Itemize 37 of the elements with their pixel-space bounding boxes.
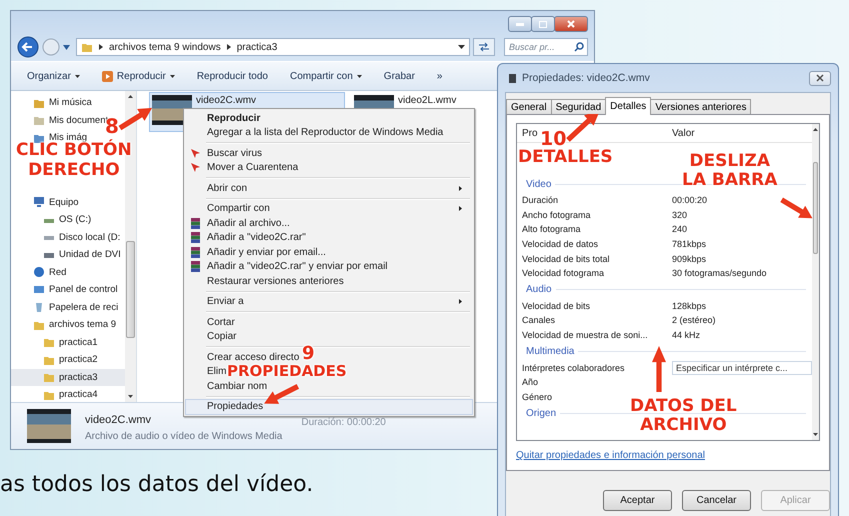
- file-duration: Duración: 00:00:20: [301, 417, 386, 428]
- file-name: video2C.wmv: [85, 414, 152, 426]
- property-value: 00:00:20: [672, 195, 708, 206]
- property-value: 240: [672, 224, 688, 234]
- property-value: 320: [672, 210, 688, 220]
- property-name: Intérpretes colaboradores: [522, 362, 626, 373]
- annotation-label: DETALLES: [518, 149, 613, 166]
- group-heading: Audio: [526, 284, 552, 296]
- property-name: Velocidad de muestra de soni...: [522, 330, 649, 340]
- property-value: 44 kHz: [672, 330, 700, 340]
- property-value: 2 (estéreo): [672, 315, 716, 326]
- property-name: Género: [522, 392, 554, 402]
- property-name: Duración: [522, 195, 560, 206]
- property-name: Ancho fotograma: [522, 210, 592, 220]
- property-name: Velocidad de bits total: [522, 254, 611, 264]
- property-value: 30 fotogramas/segundo: [672, 268, 767, 278]
- annotation-label: DATOS DEL ARCHIVO: [630, 397, 737, 434]
- property-value: 128kbps: [672, 300, 706, 311]
- group-heading: Video: [526, 178, 552, 190]
- property-name: Alto fotograma: [522, 224, 582, 234]
- annotation-label: DESLIZA LA BARRA: [682, 152, 778, 190]
- property-name: Año: [522, 377, 540, 388]
- caption-text: as todos los datos del vídeo.: [0, 472, 314, 497]
- group-heading: Origen: [526, 408, 556, 419]
- step-number: 10: [540, 130, 566, 149]
- property-value: 909kbps: [672, 254, 706, 264]
- dialog-title: Propiedades: video2C.wmv: [522, 72, 650, 84]
- property-name: Velocidad fotograma: [522, 268, 606, 278]
- step-number: 9: [302, 345, 315, 363]
- property-name: Canales: [522, 315, 556, 326]
- property-value: 781kbps: [672, 239, 706, 250]
- file-type: Archivo de audio o vídeo de Windows Media: [85, 431, 282, 442]
- property-name: Velocidad de bits: [522, 300, 592, 311]
- annotation-label: PROPIEDADES: [227, 365, 347, 378]
- annotation-label: CLIC BOTÓN DERECHO: [16, 141, 132, 180]
- group-heading: Multimedia: [526, 346, 574, 357]
- property-name: Velocidad de datos: [522, 239, 600, 250]
